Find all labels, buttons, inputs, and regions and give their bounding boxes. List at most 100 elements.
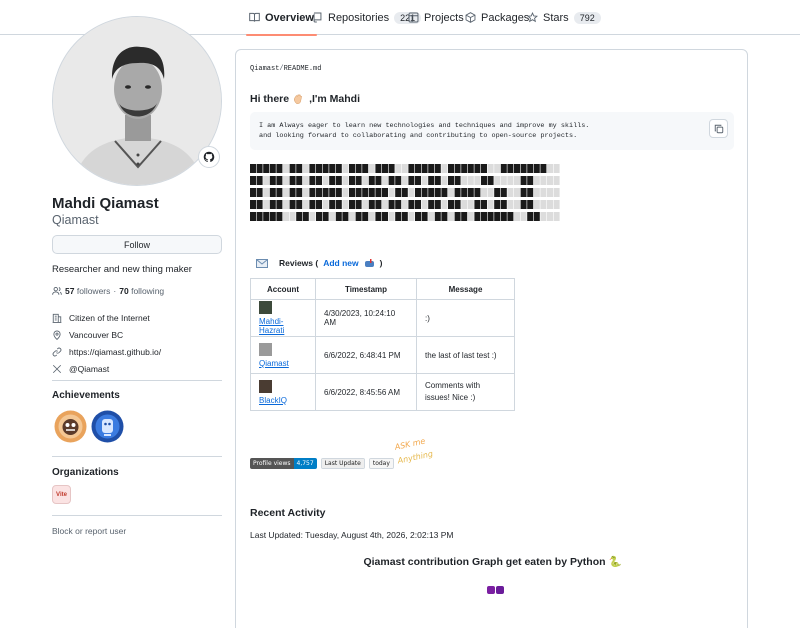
ascii-cell (342, 188, 349, 197)
ascii-cell (421, 188, 428, 197)
ascii-cell (408, 188, 415, 197)
ascii-cell (401, 200, 408, 209)
account-cell: Mahdi-Hazrati (250, 299, 316, 337)
link-icon (52, 347, 62, 356)
star-icon (527, 12, 538, 23)
social-link[interactable]: @Qiamast (69, 364, 109, 374)
ascii-cell (527, 164, 534, 173)
ascii-cell (467, 212, 474, 221)
ascii-cell (507, 212, 514, 221)
ascii-cell (329, 188, 336, 197)
status-octocat-icon[interactable] (198, 146, 220, 168)
last-update-badge[interactable]: Last Update (320, 458, 365, 469)
ascii-cell (375, 212, 382, 221)
profile-details: Citizen of the Internet Vancouver BC htt… (52, 309, 161, 377)
user-link[interactable]: Qiamast (259, 359, 307, 368)
snake-segment (496, 586, 504, 594)
readme-owner-link[interactable]: Qiamast (250, 65, 279, 73)
ascii-cell (481, 200, 487, 209)
ascii-cell (421, 164, 428, 173)
ascii-cell (527, 200, 534, 209)
ascii-cell (375, 164, 382, 173)
ascii-cell (553, 188, 560, 197)
pull-shark-icon[interactable] (54, 410, 87, 443)
ascii-cell (289, 212, 296, 221)
ascii-cell (467, 164, 474, 173)
column-header: Timestamp (315, 278, 417, 300)
ascii-cell (461, 200, 468, 209)
ascii-cell (441, 212, 448, 221)
ascii-cell (467, 200, 474, 209)
tab-packages[interactable]: Packages (465, 0, 529, 35)
askme-line-1: ASK me (394, 437, 426, 452)
user-avatar[interactable] (259, 301, 272, 314)
org-avatar[interactable]: Vite (52, 485, 71, 504)
follow-button[interactable]: Follow (52, 235, 222, 254)
ascii-cell (434, 164, 441, 173)
last-update-value-badge[interactable]: today (368, 458, 394, 469)
ascii-cell (553, 176, 560, 185)
user-avatar[interactable] (259, 342, 272, 356)
ascii-cell (355, 200, 362, 209)
ascii-cell (514, 188, 520, 197)
ascii-cell (388, 188, 395, 197)
website-item[interactable]: https://qiamast.github.io/ (52, 343, 161, 360)
ascii-cell (269, 200, 276, 209)
ascii-cell (263, 200, 270, 209)
ascii-cell (547, 200, 553, 209)
followers-link[interactable]: 57 followers (65, 286, 110, 296)
tab-stars[interactable]: Stars 792 (527, 0, 601, 35)
ascii-cell (388, 176, 395, 185)
last-update-value: today (369, 459, 393, 468)
divider (52, 456, 222, 457)
ascii-cell (276, 200, 283, 209)
ascii-cell (448, 212, 454, 221)
ascii-cell (316, 164, 322, 173)
ascii-cell (487, 164, 494, 173)
ascii-cell (461, 212, 468, 221)
tab-projects[interactable]: Projects (408, 0, 464, 35)
social-item[interactable]: @Qiamast (52, 360, 161, 377)
website-link[interactable]: https://qiamast.github.io/ (69, 347, 161, 357)
ascii-cell (382, 200, 388, 209)
ask-me-anything-badge[interactable]: ASK me Anything (394, 434, 434, 468)
yolo-icon[interactable] (91, 410, 124, 443)
location-text: Vancouver BC (69, 329, 124, 340)
reviews-heading: Reviews ( Add new ) (256, 258, 382, 268)
ascii-cell (362, 200, 369, 209)
avatar[interactable] (52, 16, 222, 186)
tab-repositories[interactable]: Repositories 221 (312, 0, 422, 35)
tab-overview[interactable]: Overview (246, 0, 317, 36)
column-header: Account (250, 278, 316, 300)
ascii-cell (276, 164, 283, 173)
ascii-cell (547, 188, 553, 197)
snake-segment (487, 586, 495, 594)
following-label: following (131, 286, 165, 296)
ascii-cell (520, 176, 527, 185)
ascii-cell (342, 212, 349, 221)
ascii-cell (454, 176, 461, 185)
ascii-cell (335, 188, 342, 197)
ascii-cell (256, 164, 263, 173)
block-report-link[interactable]: Block or report user (52, 526, 126, 536)
ascii-cell (527, 176, 534, 185)
ascii-cell (355, 164, 362, 173)
timestamp-cell: 6/6/2022, 8:45:56 AM (315, 373, 417, 411)
user-avatar[interactable] (259, 379, 272, 393)
ascii-cell (250, 200, 256, 209)
copy-button[interactable] (709, 119, 728, 138)
add-review-link[interactable]: Add new (323, 258, 358, 268)
profile-views-badge[interactable]: Profile views 4,757 (250, 458, 317, 469)
ascii-cell (533, 188, 540, 197)
ascii-cell (500, 188, 507, 197)
ascii-cell (269, 164, 276, 173)
ascii-cell (461, 176, 468, 185)
ascii-cell (487, 188, 494, 197)
user-link[interactable]: BlackIQ (259, 396, 307, 405)
views-value: 4,757 (293, 458, 317, 469)
following-link[interactable]: 70 following (119, 286, 164, 296)
ascii-cell (309, 200, 316, 209)
user-link[interactable]: Mahdi-Hazrati (259, 317, 307, 335)
ascii-cell (421, 200, 428, 209)
ascii-cell (395, 200, 402, 209)
